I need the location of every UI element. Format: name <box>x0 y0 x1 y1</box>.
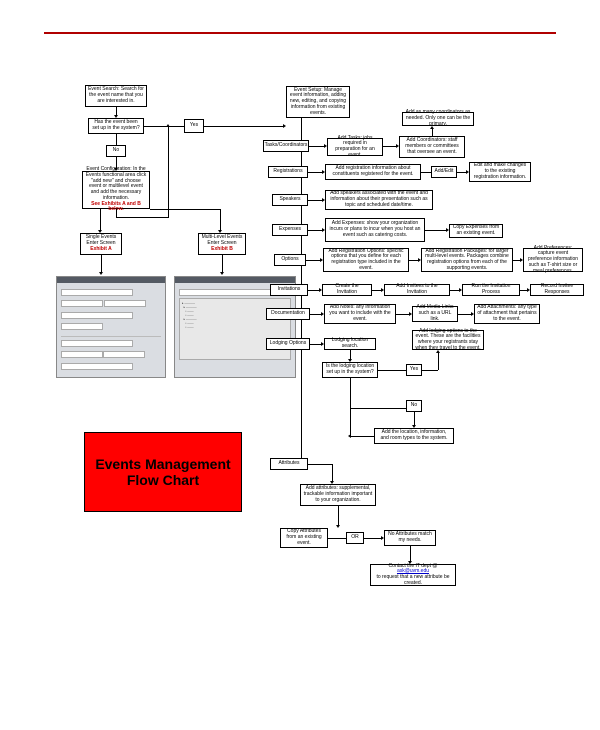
documentation: Documentation <box>266 308 310 320</box>
add-contrib: Add as many coordinators as needed. Only… <box>402 112 474 126</box>
registrations: Registrations <box>268 166 308 178</box>
or: OR <box>346 532 364 544</box>
expenses: Expenses <box>272 224 308 236</box>
add-reg: Add registration information about const… <box>325 164 421 180</box>
edit-changes: Edit and make changes to the existing re… <box>469 162 531 182</box>
lodging-search: Lodging location search. <box>324 338 376 350</box>
copy-attr: Copy Attributes from an existing event. <box>280 528 328 548</box>
has-event-q: Has the event been set up in the system? <box>88 118 144 134</box>
add-edit: Add/Edit <box>431 166 457 178</box>
add-attributes: Add attributes: supplemental, trackable … <box>300 484 376 506</box>
add-attach: Add Attachments: any type of attachment … <box>474 304 540 324</box>
no-match: No Attributes match my needs. <box>384 530 436 546</box>
add-notes: Add Notes: any information you want to i… <box>324 304 396 324</box>
event-search-box: Event Search: Search for the event name … <box>85 85 147 107</box>
lodging: Lodging Options <box>266 338 310 350</box>
contact-it: Contact the IT dept @ask@uvm.eduto reque… <box>370 564 456 586</box>
options: Options <box>274 254 306 266</box>
add-location: Add the location, information, and room … <box>374 428 454 444</box>
yes-2: Yes <box>406 364 422 376</box>
lodging-q: Is the lodging location set up in the sy… <box>322 362 378 378</box>
flowchart-page: Event Search: Search for the event name … <box>0 0 600 730</box>
add-speakers: Add speakers associated with the event a… <box>325 190 433 210</box>
attributes: Attributes <box>270 458 308 470</box>
add-preferences: Add Preferences: capture event preferenc… <box>523 248 583 272</box>
header-rule <box>44 32 556 34</box>
title-banner: Events Management Flow Chart <box>84 432 242 512</box>
add-expenses: Add Expenses: show your organization inc… <box>325 218 425 242</box>
add-tasks: Add Tasks: jobs required in preparation … <box>327 138 383 156</box>
screenshot-exhibit-a <box>56 276 166 378</box>
no-1: No <box>106 145 126 157</box>
add-reg-packages: Add Registration Packages: for larger mu… <box>421 248 513 272</box>
copy-expenses: Copy Expenses from an existing event. <box>449 224 503 238</box>
yes-1: Yes <box>184 119 204 133</box>
add-coord: Add Coordinators: staff members or commi… <box>399 136 465 158</box>
invitations: Invitations <box>270 284 308 296</box>
single-events-box: Single Events Enter ScreenExhibit A <box>80 233 122 255</box>
run-process: Run the Invitation Process <box>462 284 520 296</box>
tasks-coord: Tasks/Coordinators <box>263 140 309 152</box>
add-reg-options: Add Registration Options: specific optio… <box>323 248 409 272</box>
create-inv: Create the Invitation <box>322 284 372 296</box>
no-2: No <box>406 400 422 412</box>
record-responses: Record Invitee Responses <box>530 284 584 296</box>
add-lodging: Add lodging options to the event. These … <box>412 330 484 350</box>
speakers: Speakers <box>272 194 308 206</box>
event-config: Event Configuration: In the Events funct… <box>82 171 150 209</box>
event-setup: Event Setup: Manage event information, a… <box>286 86 350 118</box>
add-invitees: Add Invitees to the Invitation <box>384 284 450 296</box>
multi-events-box: Multi-Level Events Enter ScreenExhibit B <box>198 233 246 255</box>
add-media: Add Media Links such as a URL link. <box>412 306 458 322</box>
